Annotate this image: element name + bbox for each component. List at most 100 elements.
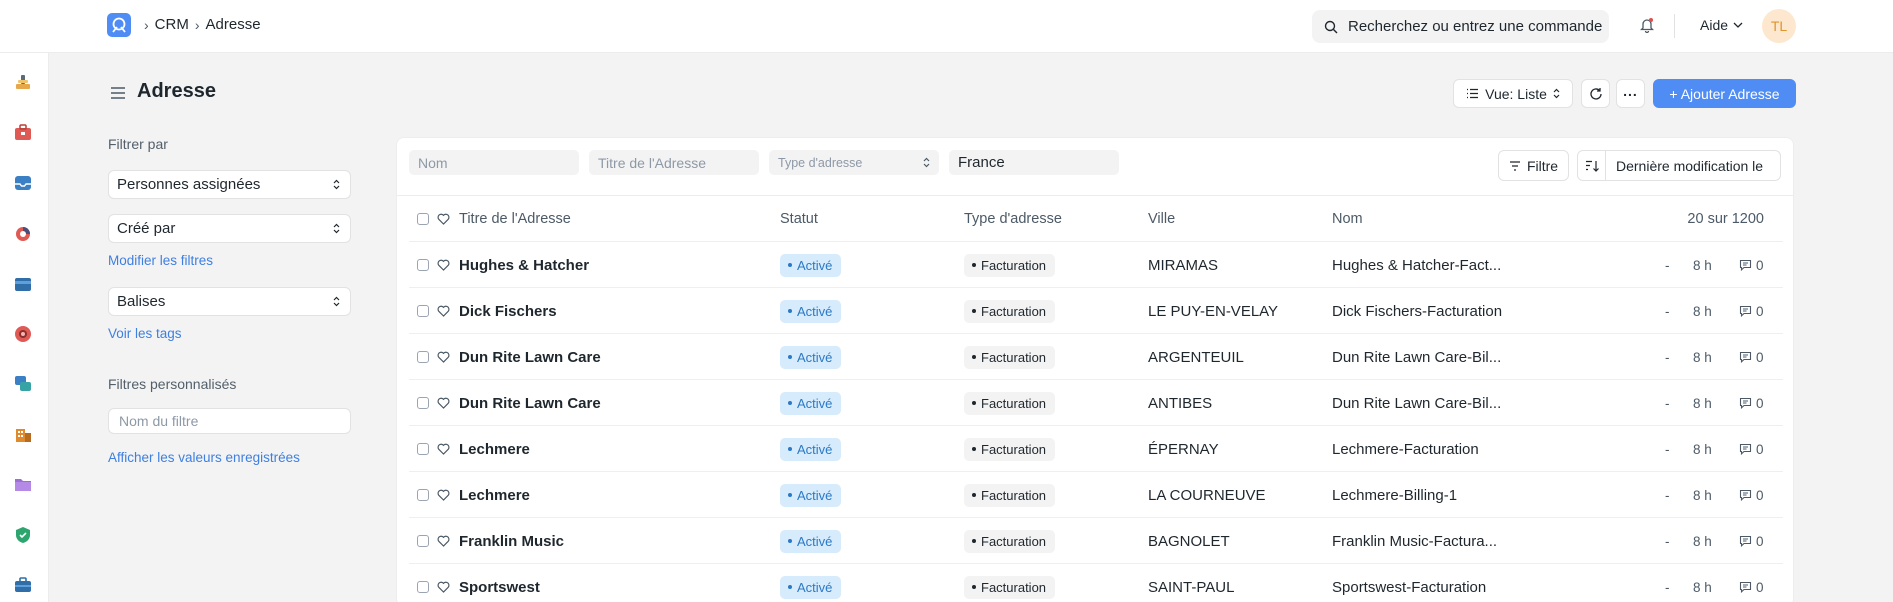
help-label: Aide (1700, 17, 1729, 33)
sort-direction-button[interactable] (1577, 150, 1606, 181)
briefcase-icon[interactable] (12, 574, 34, 596)
sort-arrows-icon (333, 296, 340, 307)
table-row[interactable]: Franklin Music Activé Facturation BAGNOL… (409, 518, 1783, 564)
comment-count[interactable]: 0 (1739, 242, 1764, 288)
name-filter-input[interactable]: Nom (409, 150, 579, 175)
comment-count[interactable]: 0 (1739, 472, 1764, 518)
status-label: Activé (797, 395, 833, 411)
address-title[interactable]: Lechmere (459, 426, 530, 472)
breadcrumb-adresse[interactable]: Adresse (206, 16, 261, 33)
column-header-name[interactable]: Nom (1332, 196, 1363, 242)
folder-icon[interactable] (12, 473, 34, 495)
comment-count[interactable]: 0 (1739, 518, 1764, 564)
tags-select[interactable]: Balises (108, 287, 351, 316)
table-row[interactable]: Lechmere Activé Facturation ÉPERNAY Lech… (409, 426, 1783, 472)
assigned-placeholder: - (1665, 579, 1670, 595)
global-search-input[interactable]: Recherchez ou entrez une commande (1312, 10, 1609, 43)
modified-time: 8 h (1693, 395, 1712, 411)
app-logo-icon[interactable] (107, 13, 131, 37)
address-title-filter-input[interactable]: Titre de l'Adresse (589, 150, 759, 175)
comment-count[interactable]: 0 (1739, 334, 1764, 380)
row-checkbox[interactable] (417, 351, 429, 363)
heart-icon[interactable] (437, 380, 450, 426)
card-icon[interactable] (12, 273, 34, 295)
address-title[interactable]: Dun Rite Lawn Care (459, 380, 601, 426)
see-tags-link[interactable]: Voir les tags (108, 326, 182, 341)
sort-field-button[interactable]: Dernière modification le (1605, 150, 1781, 181)
row-checkbox[interactable] (417, 305, 429, 317)
table-row[interactable]: Dun Rite Lawn Care Activé Facturation AR… (409, 334, 1783, 380)
address-type-filter-select[interactable]: Type d'adresse (769, 150, 939, 175)
table-row[interactable]: Dun Rite Lawn Care Activé Facturation AN… (409, 380, 1783, 426)
bell-icon[interactable] (1639, 17, 1655, 36)
column-header-city[interactable]: Ville (1148, 196, 1175, 242)
building-icon[interactable] (12, 423, 34, 445)
shield-icon[interactable] (12, 524, 34, 546)
modified-time: 8 h (1693, 579, 1712, 595)
pie-chart-icon[interactable] (12, 222, 34, 244)
heart-icon[interactable] (437, 242, 450, 288)
assigned-to-select[interactable]: Personnes assignées (108, 170, 351, 199)
select-all-checkbox[interactable] (417, 213, 429, 225)
address-title[interactable]: Hughes & Hatcher (459, 242, 589, 288)
help-dropdown[interactable]: Aide (1700, 17, 1743, 33)
column-header-status[interactable]: Statut (780, 196, 818, 242)
row-checkbox[interactable] (417, 581, 429, 593)
modified-time: 8 h (1693, 349, 1712, 365)
address-title[interactable]: Lechmere (459, 472, 530, 518)
address-type-badge: Facturation (964, 253, 1056, 277)
show-saved-values-link[interactable]: Afficher les valeurs enregistrées (108, 450, 300, 465)
inbox-icon[interactable] (12, 172, 34, 194)
modified-time: 8 h (1693, 257, 1712, 273)
row-checkbox[interactable] (417, 535, 429, 547)
avatar[interactable]: TL (1762, 9, 1796, 43)
table-row[interactable]: Sportswest Activé Facturation SAINT-PAUL… (409, 564, 1783, 602)
created-by-select[interactable]: Créé par (108, 214, 351, 243)
chat-icon[interactable] (12, 373, 34, 395)
address-title[interactable]: Franklin Music (459, 518, 564, 564)
address-title[interactable]: Dun Rite Lawn Care (459, 334, 601, 380)
table-row[interactable]: Lechmere Activé Facturation LA COURNEUVE… (409, 472, 1783, 518)
address-title[interactable]: Dick Fischers (459, 288, 557, 334)
address-type-badge: Facturation (964, 391, 1056, 415)
table-row[interactable]: Hughes & Hatcher Activé Facturation MIRA… (409, 242, 1783, 288)
comment-icon (1739, 259, 1752, 271)
filter-icon (1509, 160, 1520, 171)
address-name: Dun Rite Lawn Care-Bil... (1332, 394, 1502, 412)
row-checkbox[interactable] (417, 489, 429, 501)
address-title[interactable]: Sportswest (459, 564, 540, 602)
comment-count[interactable]: 0 (1739, 380, 1764, 426)
modified-time: 8 h (1693, 441, 1712, 457)
modified-time: 8 h (1693, 487, 1712, 503)
comment-count[interactable]: 0 (1739, 426, 1764, 472)
toolbox-icon[interactable] (12, 122, 34, 144)
heart-icon[interactable] (437, 472, 450, 518)
row-checkbox[interactable] (417, 259, 429, 271)
heart-icon[interactable] (437, 426, 450, 472)
view-switcher-button[interactable]: Vue: Liste (1453, 79, 1573, 108)
heart-icon[interactable] (437, 334, 450, 380)
row-checkbox[interactable] (417, 397, 429, 409)
heart-icon[interactable] (437, 518, 450, 564)
address-name: Lechmere-Facturation (1332, 440, 1479, 458)
address-name: Franklin Music-Factura... (1332, 532, 1498, 550)
heart-icon[interactable] (437, 564, 450, 602)
column-header-title[interactable]: Titre de l'Adresse (459, 196, 571, 242)
column-header-type[interactable]: Type d'adresse (964, 196, 1062, 242)
comment-count[interactable]: 0 (1739, 564, 1764, 602)
filter-button[interactable]: Filtre (1498, 150, 1569, 181)
refresh-button[interactable] (1581, 79, 1610, 108)
row-checkbox[interactable] (417, 443, 429, 455)
heart-icon[interactable] (437, 288, 450, 334)
edit-filters-link[interactable]: Modifier les filtres (108, 253, 213, 268)
filter-name-input[interactable]: Nom du filtre (108, 408, 351, 434)
support-icon[interactable] (12, 323, 34, 345)
breadcrumb-crm[interactable]: CRM (155, 16, 189, 33)
menu-icon[interactable] (110, 86, 126, 103)
add-address-button[interactable]: + Ajouter Adresse (1653, 79, 1796, 108)
country-filter-input[interactable]: France (949, 150, 1119, 175)
comment-count[interactable]: 0 (1739, 288, 1764, 334)
table-row[interactable]: Dick Fischers Activé Facturation LE PUY-… (409, 288, 1783, 334)
tools-icon[interactable] (12, 71, 34, 93)
more-options-button[interactable]: ... (1616, 79, 1645, 108)
